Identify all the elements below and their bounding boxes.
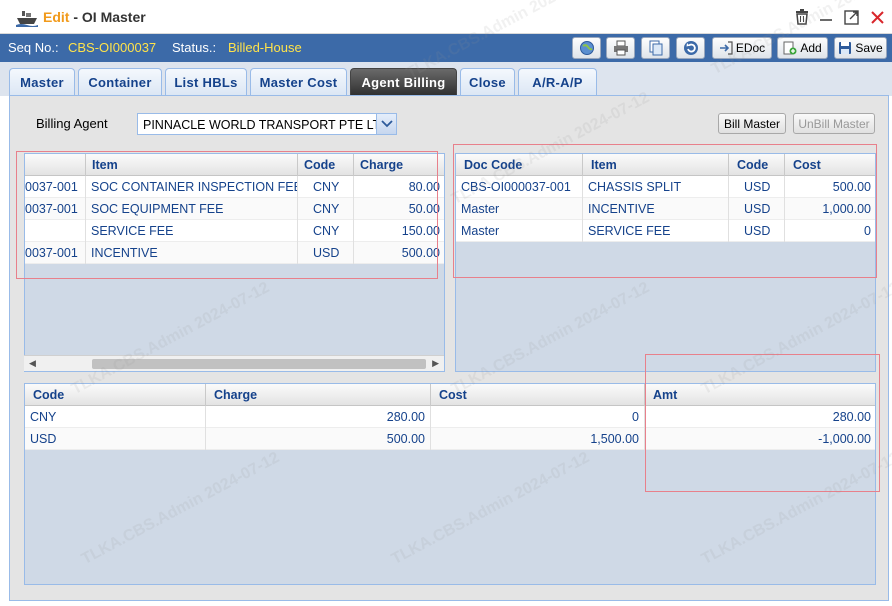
status-label: Status.:: [172, 40, 217, 55]
copy-button[interactable]: [641, 37, 670, 59]
billing-agent-label: Billing Agent: [36, 116, 108, 131]
floppy-disk-icon: [839, 42, 852, 54]
add-label: Add: [800, 41, 822, 55]
table-cell: 0: [431, 406, 645, 428]
copy-icon: [649, 40, 662, 56]
tab-strip: Master Container List HBLs Master Cost A…: [0, 62, 892, 96]
table-cell: CNY: [25, 406, 206, 428]
seq-label: Seq No.:: [8, 40, 59, 55]
charge-grid-scrollbar[interactable]: ◀ ▶: [24, 355, 444, 371]
table-cell: 1,500.00: [431, 428, 645, 450]
billing-agent-value: PINNACLE WORLD TRANSPORT PTE LTD: [143, 118, 390, 132]
mode-label: Edit: [43, 9, 70, 25]
add-document-icon: [783, 41, 797, 55]
tab-container[interactable]: Container: [78, 68, 162, 96]
ship-icon: [16, 11, 38, 27]
close-icon[interactable]: [870, 9, 885, 25]
bill-master-button[interactable]: Bill Master: [718, 113, 786, 134]
title-separator: -: [69, 9, 82, 25]
scroll-right-icon[interactable]: ▶: [432, 358, 439, 369]
summary-col-charge[interactable]: Charge: [206, 384, 431, 406]
save-button[interactable]: Save: [834, 37, 887, 59]
table-cell: USD: [25, 428, 206, 450]
import-icon: [719, 41, 733, 55]
chevron-down-icon[interactable]: [376, 114, 396, 134]
window-title: Edit - OI Master: [43, 9, 146, 25]
status-value: Billed-House: [228, 40, 302, 55]
trash-icon[interactable]: [795, 9, 809, 25]
summary-col-code[interactable]: Code: [25, 384, 206, 406]
save-label: Save: [855, 41, 883, 55]
globe-icon: [579, 41, 594, 55]
table-cell: 500.00: [206, 428, 431, 450]
tab-master[interactable]: Master: [9, 68, 75, 96]
edoc-button[interactable]: EDoc: [712, 37, 772, 59]
add-button[interactable]: Add: [777, 37, 828, 59]
summary-col-cost[interactable]: Cost: [431, 384, 645, 406]
tab-close[interactable]: Close: [460, 68, 515, 96]
billing-agent-select[interactable]: PINNACLE WORLD TRANSPORT PTE LTD: [137, 113, 397, 135]
printer-icon: [613, 40, 628, 56]
tab-master-cost[interactable]: Master Cost: [250, 68, 347, 96]
minimize-icon[interactable]: [819, 9, 833, 25]
highlight-box-charges: [16, 151, 438, 279]
seq-value: CBS-OI000037: [68, 40, 157, 55]
tab-ar-ap[interactable]: A/R-A/P: [518, 68, 597, 96]
scroll-left-icon[interactable]: ◀: [29, 358, 36, 369]
tab-list-hbls[interactable]: List HBLs: [165, 68, 247, 96]
edoc-label: EDoc: [735, 41, 766, 55]
window-title-bar: Edit - OI Master: [0, 0, 892, 34]
highlight-box-costs: [453, 144, 877, 278]
globe-button[interactable]: [572, 37, 601, 59]
maximize-icon[interactable]: [844, 9, 860, 25]
tab-agent-billing[interactable]: Agent Billing: [350, 68, 457, 96]
unbill-master-button[interactable]: UnBill Master: [793, 113, 875, 134]
window-title-text: OI Master: [81, 9, 146, 25]
scrollbar-thumb[interactable]: [92, 359, 426, 369]
refresh-icon: [683, 41, 698, 55]
print-button[interactable]: [606, 37, 635, 59]
refresh-button[interactable]: [676, 37, 705, 59]
highlight-box-amt: [645, 354, 880, 492]
table-cell: 280.00: [206, 406, 431, 428]
